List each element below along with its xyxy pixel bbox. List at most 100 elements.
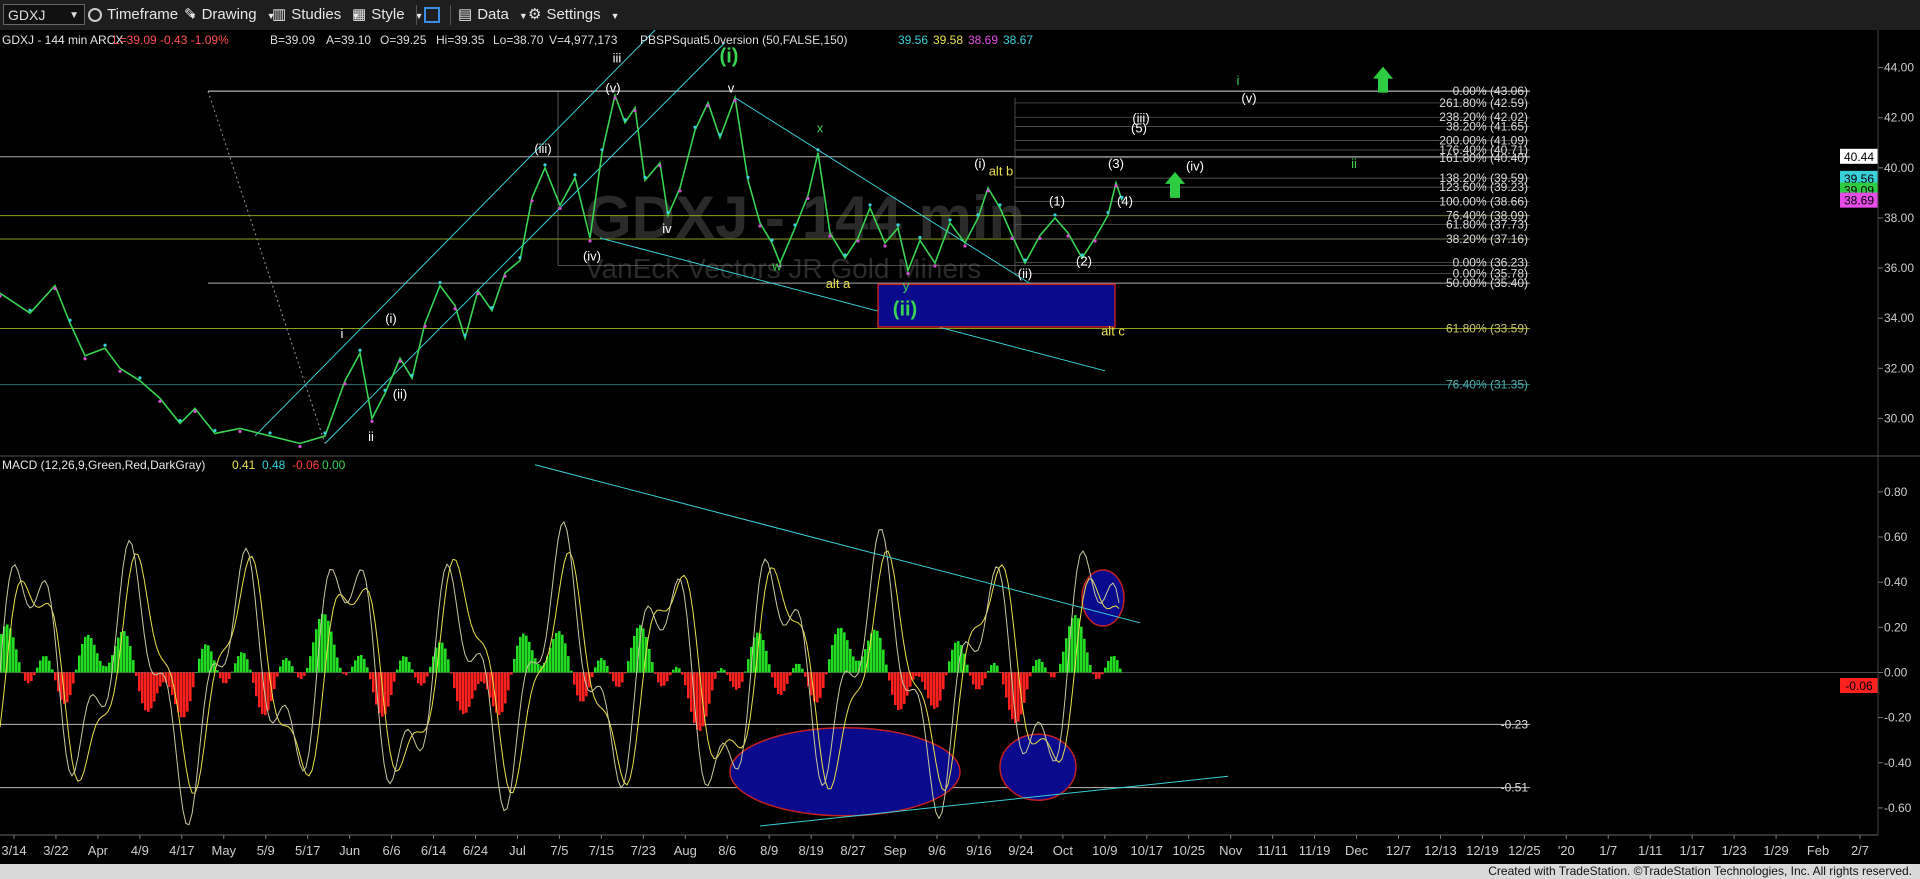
price-dot — [896, 223, 900, 227]
chevron-down-icon: ▼ — [518, 11, 528, 21]
drawing-button[interactable]: ✎ Drawing ▼ — [184, 4, 276, 26]
price-dot — [1038, 236, 1042, 241]
symbol-input[interactable]: GDXJ ▼ — [3, 4, 85, 25]
macd-histogram-bar — [42, 656, 45, 673]
macd-histogram-bar — [144, 672, 147, 711]
macd-histogram-bar — [45, 656, 48, 673]
macd-histogram-bar — [567, 656, 570, 673]
macd-histogram-bar — [204, 644, 207, 673]
symbol-text: GDXJ — [8, 7, 46, 23]
price-badge-label: 38.69 — [1844, 194, 1874, 208]
chart-area[interactable]: 44.00 42.00 40.00 38.00 36.00 34.00 32.00 30.00… — [0, 30, 1920, 864]
macd-histogram-bar — [942, 672, 945, 690]
style-button[interactable]: ▦ Style ▼ — [352, 4, 423, 26]
wave-label: ii — [368, 429, 374, 444]
data-button[interactable]: ▤ Data ▼ — [458, 4, 528, 26]
price-dot — [383, 388, 387, 392]
price-dot — [358, 348, 362, 352]
x-tick-label: 1/29 — [1763, 843, 1788, 858]
macd-histogram-bar — [1059, 663, 1062, 673]
macd-histogram-bar — [96, 653, 99, 673]
macd-histogram-bar — [555, 632, 558, 673]
y-tick-label: 40.00 — [1884, 161, 1914, 175]
macd-histogram-bar — [102, 665, 105, 673]
chart-background — [0, 30, 1920, 864]
macd-histogram-bar — [420, 672, 423, 686]
macd-histogram-bar — [372, 672, 375, 693]
macd-histogram-bar — [72, 672, 75, 684]
x-tick-label: Apr — [88, 843, 109, 858]
price-dot — [883, 244, 887, 248]
macd-histogram-bar — [1035, 660, 1038, 673]
macd-histogram-bar — [69, 672, 72, 696]
macd-histogram-bar — [132, 660, 135, 673]
macd-histogram-bar — [852, 656, 855, 673]
wave-label: (i) — [720, 46, 739, 68]
macd-histogram-bar — [48, 660, 51, 673]
macd-histogram-bar — [936, 672, 939, 708]
macd-histogram-bar — [561, 634, 564, 673]
settings-button[interactable]: ⚙ Settings ▼ — [528, 4, 620, 26]
macd-histogram-bar — [354, 660, 357, 673]
y-tick-label: 42.00 — [1884, 111, 1914, 125]
macd-histogram-bar — [510, 672, 513, 675]
macd-histogram-bar — [603, 660, 606, 673]
studies-button[interactable]: ▥ Studies ▼ — [272, 4, 360, 26]
macd-histogram-bar — [105, 666, 108, 673]
macd-histogram-bar — [558, 631, 561, 673]
macd-histogram-bar — [408, 661, 411, 673]
macd-histogram-bar — [18, 662, 21, 673]
macd-histogram-bar — [477, 672, 480, 685]
macd-histogram-bar — [1110, 656, 1113, 673]
price-dot — [906, 271, 910, 276]
macd-histogram-bar — [732, 672, 735, 688]
macd-histogram-bar — [1029, 672, 1032, 677]
macd-histogram-bar — [708, 672, 711, 704]
macd-histogram-bar — [342, 672, 345, 674]
macd-histogram-bar — [99, 660, 102, 673]
macd-histogram-bar — [252, 672, 255, 683]
macd-histogram-bar — [828, 659, 831, 673]
fib-level-label: 50.00% (35.40) — [1446, 276, 1528, 290]
macd-histogram-bar — [258, 672, 261, 708]
macd-histogram-bar — [468, 672, 471, 707]
chevron-down-icon: ▼ — [610, 11, 620, 21]
macd-histogram-bar — [1053, 672, 1056, 678]
wave-label: alt b — [989, 163, 1014, 178]
x-tick-label: 8/19 — [798, 843, 823, 858]
macd-histogram-bar — [993, 662, 996, 673]
macd-histogram-bar — [87, 634, 90, 673]
fib-level-label: 38.20% (37.16) — [1446, 232, 1528, 246]
price-badge-label: 40.44 — [1844, 150, 1874, 164]
x-tick-label: 8/6 — [718, 843, 736, 858]
macd-value: 0.00 — [322, 458, 346, 472]
wave-label: i — [1237, 73, 1240, 88]
macd-histogram-bar — [483, 672, 486, 684]
indicator-value: 38.69 — [968, 33, 998, 47]
macd-histogram-bar — [930, 672, 933, 706]
macd-histogram-bar — [972, 672, 975, 685]
macd-histogram-bar — [36, 667, 39, 673]
macd-histogram-bar — [336, 657, 339, 673]
macd-histogram-bar — [141, 672, 144, 704]
macd-histogram-bar — [15, 649, 18, 673]
price-dot — [68, 318, 72, 322]
macd-histogram-bar — [93, 644, 96, 673]
macd-histogram-bar — [885, 664, 888, 673]
chart-header-symbol: GDXJ - 144 min ARCX — [2, 33, 123, 47]
settings-label: Settings — [546, 6, 601, 23]
price-dot — [518, 255, 522, 260]
clock-icon — [88, 8, 102, 23]
macd-histogram-bar — [465, 672, 468, 713]
macd-histogram-bar — [921, 672, 924, 682]
price-dot — [1066, 234, 1070, 238]
macd-histogram-bar — [297, 672, 300, 678]
x-tick-label: 3/14 — [1, 843, 26, 858]
layout-button[interactable] — [424, 4, 440, 26]
macd-histogram-bar — [1089, 664, 1092, 673]
macd-histogram-bar — [1113, 655, 1116, 673]
macd-histogram-bar — [933, 672, 936, 709]
macd-histogram-bar — [1101, 672, 1104, 675]
x-tick-label: 8/9 — [760, 843, 778, 858]
timeframe-button[interactable]: Timeframe ▼ — [88, 4, 197, 26]
